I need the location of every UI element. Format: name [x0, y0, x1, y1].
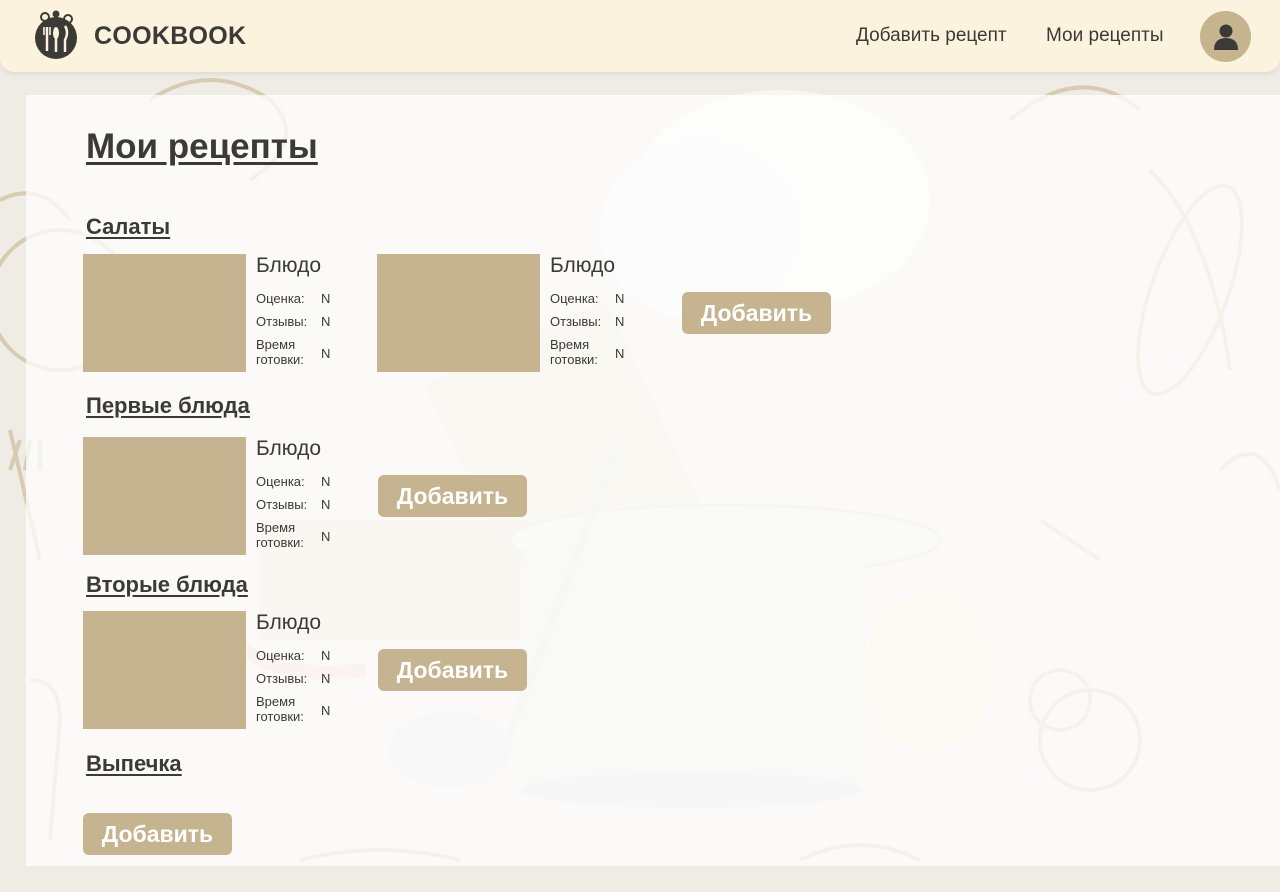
recipe-name: Блюдо — [256, 437, 322, 460]
rating-value: N — [321, 291, 331, 306]
section-title-main-courses[interactable]: Вторые блюда — [86, 572, 248, 598]
add-main-course-button[interactable]: Добавить — [378, 649, 527, 691]
cook-time-value: N — [615, 346, 625, 361]
cook-time-label-line1: Время — [256, 520, 296, 535]
cook-time-label-line1: Время — [256, 337, 296, 352]
nav-my-recipes-link[interactable]: Мои рецепты — [1046, 25, 1164, 47]
user-icon — [1213, 24, 1238, 50]
recipe-image-placeholder — [377, 254, 540, 372]
reviews-label: Отзывы: — [550, 314, 602, 329]
cook-time-value: N — [321, 703, 331, 718]
rating-label: Оценка: — [256, 291, 305, 306]
nav-add-recipe-link[interactable]: Добавить рецепт — [856, 25, 1007, 47]
cook-time-label-line1: Время — [550, 337, 590, 352]
recipe-image-placeholder — [83, 254, 246, 372]
cook-time-value: N — [321, 346, 331, 361]
reviews-value: N — [321, 671, 331, 686]
rating-value: N — [321, 474, 331, 489]
add-first-course-button[interactable]: Добавить — [378, 475, 527, 517]
recipe-image-placeholder — [83, 611, 246, 729]
section-title-salads[interactable]: Салаты — [86, 214, 170, 240]
rating-value: N — [615, 291, 625, 306]
my-recipes-panel: Мои рецепты Салаты Блюдо Оценка: N Отзыв… — [26, 95, 1280, 866]
reviews-label: Отзывы: — [256, 497, 308, 512]
recipe-card[interactable]: Блюдо Оценка: N Отзывы: N Время готовки:… — [83, 437, 363, 555]
add-salad-button[interactable]: Добавить — [682, 292, 831, 334]
section-title-first-courses[interactable]: Первые блюда — [86, 393, 250, 419]
brand-name[interactable]: COOKBOOK — [94, 22, 246, 51]
recipe-card[interactable]: Блюдо Оценка: N Отзывы: N Время готовки:… — [83, 611, 363, 729]
add-baking-button[interactable]: Добавить — [83, 813, 232, 855]
reviews-value: N — [615, 314, 625, 329]
reviews-value: N — [321, 314, 331, 329]
rating-value: N — [321, 648, 331, 663]
recipe-name: Блюдо — [550, 254, 616, 277]
section-title-baking[interactable]: Выпечка — [86, 751, 182, 777]
page-title: Мои рецепты — [86, 127, 318, 166]
reviews-label: Отзывы: — [256, 671, 308, 686]
rating-label: Оценка: — [256, 648, 305, 663]
recipe-name: Блюдо — [256, 254, 322, 277]
recipe-card[interactable]: Блюдо Оценка: N Отзывы: N Время готовки:… — [377, 254, 657, 372]
rating-label: Оценка: — [550, 291, 599, 306]
reviews-label: Отзывы: — [256, 314, 308, 329]
cook-time-value: N — [321, 529, 331, 544]
reviews-value: N — [321, 497, 331, 512]
recipe-image-placeholder — [83, 437, 246, 555]
recipe-card[interactable]: Блюдо Оценка: N Отзывы: N Время готовки:… — [83, 254, 363, 372]
top-header: COOKBOOK Добавить рецепт Мои рецепты — [0, 0, 1280, 72]
rating-label: Оценка: — [256, 474, 305, 489]
chef-utensils-logo-icon[interactable] — [32, 10, 82, 60]
cook-time-label-line2: готовки: — [256, 535, 304, 550]
user-avatar-button[interactable] — [1200, 11, 1251, 62]
cook-time-label-line2: готовки: — [256, 352, 304, 367]
cook-time-label-line2: готовки: — [550, 352, 598, 367]
cook-time-label-line2: готовки: — [256, 709, 304, 724]
cook-time-label-line1: Время — [256, 694, 296, 709]
recipe-name: Блюдо — [256, 611, 322, 634]
